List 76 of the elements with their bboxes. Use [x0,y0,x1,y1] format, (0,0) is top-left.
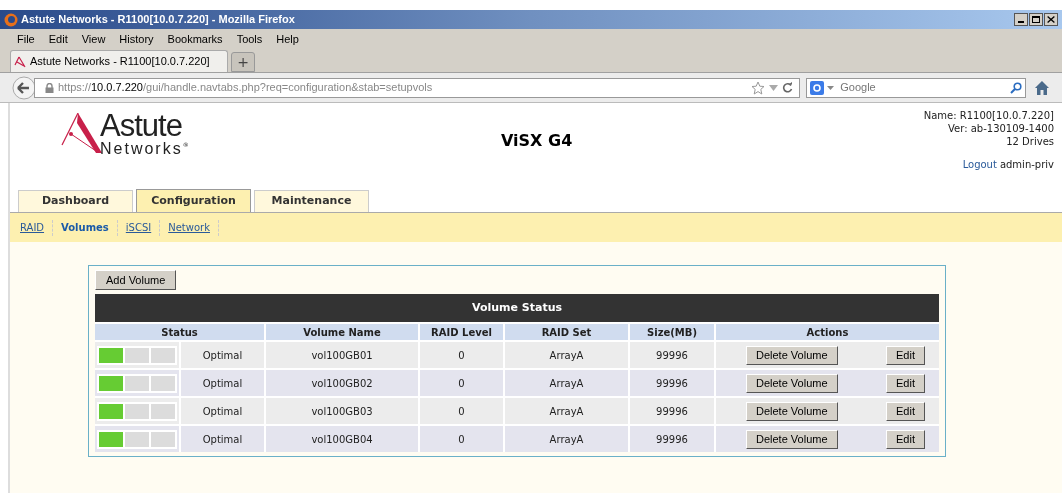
logo-text: Networks [100,141,183,157]
table-cell: ArrayA [505,370,628,396]
table-cell: Optimal [181,398,264,424]
search-field[interactable]: Google [840,79,1010,96]
column-header: Size(MB) [630,324,714,340]
browser-tab[interactable]: Astute Networks - R1100[10.0.7.220] [10,50,228,72]
table-cell: 99996 [630,426,714,452]
table-cell: 0 [420,342,503,368]
menu-item[interactable]: History [119,30,154,48]
add-volume-button[interactable]: Add Volume [95,270,177,290]
home-icon[interactable] [1034,80,1050,95]
table-cell: 0 [420,426,503,452]
table-cell: Optimal [181,426,264,452]
maximize-button[interactable] [1029,13,1043,26]
search-bar[interactable]: Google [806,77,1026,98]
subnav-link[interactable]: iSCSI [117,220,160,235]
table-cell: Optimal [181,342,264,368]
reload-icon[interactable] [782,82,794,93]
device-info: Name: R1100[10.0.7.220] [923,109,1054,122]
column-header: Actions [716,324,939,340]
delete-volume-button[interactable]: Delete Volume [746,429,838,449]
table-cell: Optimal [181,370,264,396]
table-title: Volume Status [95,294,939,322]
table-cell: vol100GB02 [266,370,418,396]
table-cell: 99996 [630,370,714,396]
subnav-link[interactable]: Volumes [53,220,117,235]
table-cell: 0 [420,398,503,424]
nav-tab[interactable]: Configuration [136,189,251,213]
table-cell: 99996 [630,398,714,424]
delete-volume-button[interactable]: Delete Volume [746,373,838,393]
new-tab-button[interactable]: + [231,52,255,72]
favicon-icon [14,55,26,68]
menu-item[interactable]: View [81,30,106,48]
table-cell: ArrayA [505,426,628,452]
dropdown-icon[interactable] [827,85,835,90]
back-button[interactable] [12,75,36,100]
product-title: ViSX G4 [501,130,573,152]
url-text: https://10.0.7.220/gui/handle.navtabs.php?req=configuration&stab=setupvols [57,80,433,96]
delete-volume-button[interactable]: Delete Volume [746,401,838,421]
table-cell: 99996 [630,342,714,368]
subnav-link[interactable]: RAID [20,220,53,235]
delete-volume-button[interactable]: Delete Volume [746,345,838,365]
nav-tab[interactable]: Dashboard [18,190,133,212]
close-button[interactable] [1044,13,1058,26]
nav-tab[interactable]: Maintenance [254,190,369,212]
column-header: Volume Name [266,324,418,340]
edit-button[interactable]: Edit [886,373,925,393]
star-icon[interactable] [751,80,766,95]
table-cell: vol100GB04 [266,426,418,452]
table-cell: 0 [420,370,503,396]
logout-link[interactable]: Logout [962,158,997,171]
menu-item[interactable]: File [17,30,35,48]
menu-item[interactable]: Bookmarks [167,30,223,48]
menu-item[interactable]: Help [276,30,299,48]
device-info: 12 Drives [1006,135,1054,148]
user-name: admin-priv [999,158,1054,171]
edit-button[interactable]: Edit [886,345,925,365]
window-title: Astute Networks - R1100[10.0.7.220] - Mozilla Firefox [21,12,295,28]
table-cell: ArrayA [505,398,628,424]
address-bar[interactable]: https://10.0.7.220/gui/handle.navtabs.php?req=configuration&stab=setupvols [33,77,801,98]
column-header: RAID Level [420,324,503,340]
logo-text: Astute [100,111,182,141]
column-header: RAID Set [505,324,628,340]
subnav-link[interactable]: Network [160,220,218,235]
table-cell: ArrayA [505,342,628,368]
table-cell: vol100GB03 [266,398,418,424]
search-icon[interactable] [1010,81,1022,94]
lock-icon [44,82,54,93]
edit-button[interactable]: Edit [886,429,925,449]
edit-button[interactable]: Edit [886,401,925,421]
column-header: Status [95,324,264,340]
minimize-button[interactable] [1014,13,1028,26]
menu-item[interactable]: Edit [48,30,68,48]
device-info: Ver: ab-130109-1400 [948,122,1054,135]
table-cell: vol100GB01 [266,342,418,368]
menu-item[interactable]: Tools [236,30,263,48]
